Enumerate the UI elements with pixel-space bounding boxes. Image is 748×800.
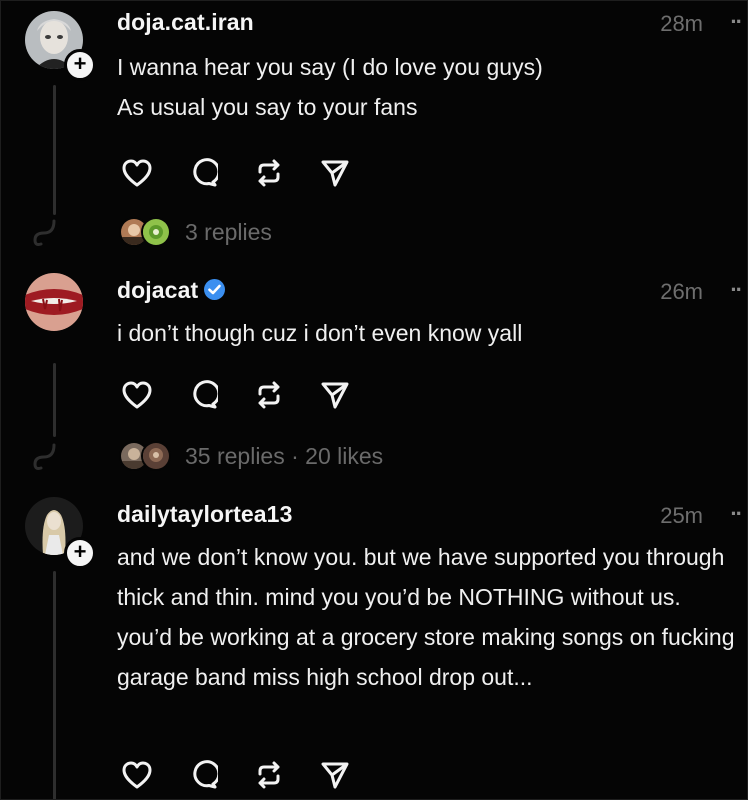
username[interactable]: doja.cat.iran <box>117 9 254 36</box>
replies-summary[interactable]: 35 replies · 20 likes <box>119 439 383 473</box>
repost-icon[interactable] <box>251 155 287 191</box>
action-bar <box>119 757 353 793</box>
heart-icon[interactable] <box>119 757 155 793</box>
follow-plus-icon[interactable]: + <box>64 49 96 81</box>
timestamp: 25m <box>660 503 703 528</box>
thread-curl-icon <box>33 219 56 246</box>
replies-summary[interactable]: 3 replies <box>119 215 272 249</box>
username[interactable]: dojacat <box>117 277 226 304</box>
comment-icon[interactable] <box>185 377 221 413</box>
heart-icon[interactable] <box>119 377 155 413</box>
comment-icon[interactable] <box>185 155 221 191</box>
post-text: I wanna hear you say (I do love you guys… <box>117 54 543 120</box>
post-text: i don’t though cuz i don’t even know yal… <box>117 320 523 346</box>
verified-badge-icon <box>204 279 226 300</box>
thread-line <box>53 571 56 799</box>
mini-avatar <box>141 217 171 247</box>
follow-plus-icon[interactable]: + <box>64 537 96 569</box>
action-bar <box>119 377 353 413</box>
more-options-icon[interactable]: ·· <box>730 9 743 35</box>
post-text: and we don’t know you. but we have suppo… <box>117 544 741 690</box>
username-text[interactable]: dojacat <box>117 277 198 303</box>
mini-avatar <box>141 441 171 471</box>
thread-line <box>53 363 56 437</box>
heart-icon[interactable] <box>119 155 155 191</box>
timestamp: 26m <box>660 279 703 304</box>
comment-icon[interactable] <box>185 757 221 793</box>
more-options-icon[interactable]: ·· <box>730 277 743 303</box>
more-options-icon[interactable]: ·· <box>730 501 743 527</box>
action-bar <box>119 155 353 191</box>
repost-icon[interactable] <box>251 377 287 413</box>
thread-line <box>53 85 56 215</box>
replies-count[interactable]: 3 replies <box>185 219 272 246</box>
thread-view: + doja.cat.iran 28m ·· I wanna hear you … <box>0 0 748 800</box>
timestamp: 28m <box>660 11 703 36</box>
username[interactable]: dailytaylortea13 <box>117 501 292 528</box>
thread-curl-icon <box>33 443 56 470</box>
repost-icon[interactable] <box>251 757 287 793</box>
replies-likes-count[interactable]: 35 replies · 20 likes <box>185 443 383 470</box>
share-icon[interactable] <box>317 377 353 413</box>
share-icon[interactable] <box>317 155 353 191</box>
share-icon[interactable] <box>317 757 353 793</box>
avatar[interactable] <box>25 273 83 331</box>
